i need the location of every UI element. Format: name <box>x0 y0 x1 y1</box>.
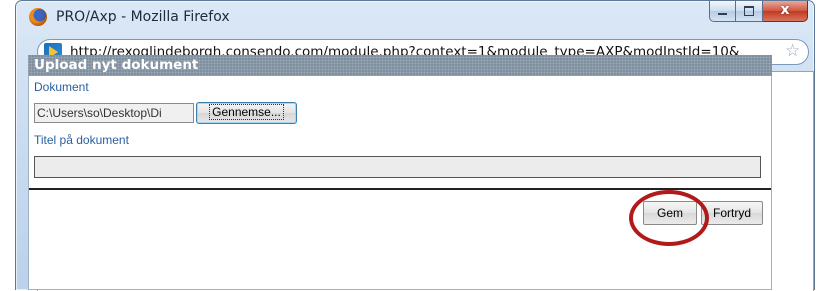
firefox-icon <box>29 8 47 26</box>
window-controls: x <box>709 1 808 23</box>
document-label: Dokument <box>34 80 89 94</box>
minimize-button[interactable] <box>709 1 736 22</box>
maximize-icon <box>744 6 754 16</box>
title-bar[interactable]: PRO/Axp - Mozilla Firefox x <box>16 1 814 35</box>
browse-button-label: Gennemse... <box>209 104 284 120</box>
panel-header: Upload nyt dokument <box>28 55 772 76</box>
highlight-circle-annotation <box>629 190 709 246</box>
panel-body: Dokument C:\Users\so\Desktop\Di Gennemse… <box>28 76 772 290</box>
star-icon[interactable]: ☆ <box>785 43 802 60</box>
close-button[interactable]: x <box>763 1 808 22</box>
title-input[interactable] <box>34 156 761 178</box>
cancel-button[interactable]: Fortryd <box>701 201 763 225</box>
minimize-icon <box>718 13 727 15</box>
title-label: Titel på dokument <box>34 133 129 147</box>
maximize-button[interactable] <box>736 1 763 22</box>
file-path-input[interactable]: C:\Users\so\Desktop\Di <box>34 103 194 123</box>
browse-button[interactable]: Gennemse... <box>196 102 297 124</box>
close-icon: x <box>780 2 790 18</box>
window-title: PRO/Axp - Mozilla Firefox <box>56 9 230 25</box>
